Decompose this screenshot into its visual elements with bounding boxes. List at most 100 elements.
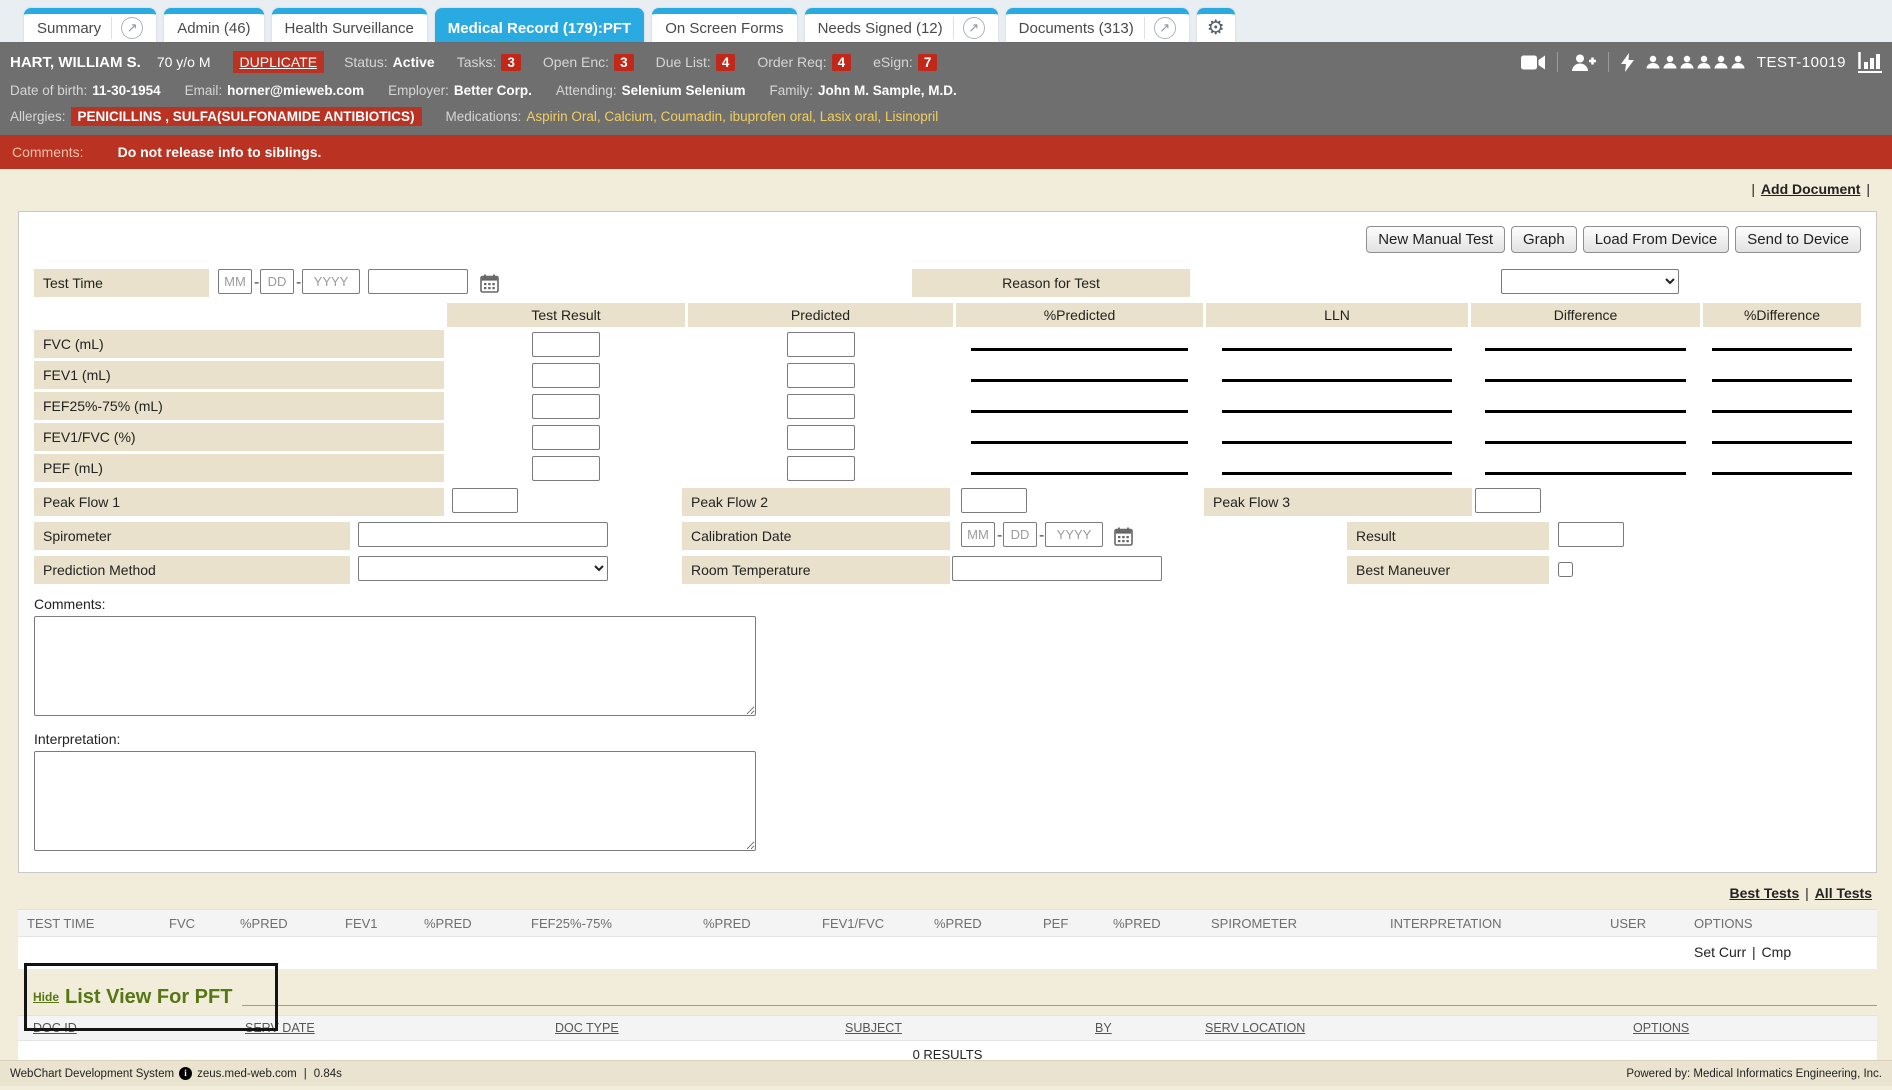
by-sort-link[interactable]: BY	[1095, 1021, 1112, 1035]
fev1-percent-difference-cell	[1703, 361, 1861, 389]
calibration-year-input[interactable]	[1045, 522, 1103, 547]
patient-header-icons: TEST-10019	[1521, 52, 1882, 73]
load-from-device-button[interactable]: Load From Device	[1583, 226, 1730, 253]
room-temperature-input[interactable]	[952, 556, 1162, 581]
col-fef2575: FEF25%-75%	[531, 916, 703, 931]
fef2575-predicted-input[interactable]	[787, 394, 855, 419]
send-to-device-button[interactable]: Send to Device	[1735, 226, 1861, 253]
fef2575-test-result-input[interactable]	[532, 394, 600, 419]
popup-arrow-icon[interactable]: ↗	[1154, 17, 1176, 39]
pft-list-view-section: Hide List View For PFT DOC ID SERV DATE …	[18, 979, 1877, 1069]
tab-summary[interactable]: Summary ↗	[24, 8, 156, 42]
pef-predicted-input[interactable]	[787, 456, 855, 481]
tab-admin[interactable]: Admin (46)	[164, 8, 263, 42]
doc-type-sort-link[interactable]: DOC TYPE	[555, 1021, 619, 1035]
calendar-icon[interactable]	[480, 269, 499, 297]
col-fvc: FVC	[169, 916, 240, 931]
open-enc-count-badge[interactable]: 3	[614, 54, 634, 71]
row-label-fef2575: FEF25%-75% (mL)	[34, 392, 444, 420]
info-icon[interactable]: i	[179, 1067, 192, 1080]
test-day-input[interactable]	[260, 269, 294, 294]
esign-count-badge[interactable]: 7	[918, 54, 938, 71]
subject-sort-link[interactable]: SUBJECT	[845, 1021, 902, 1035]
doc-id-sort-link[interactable]: DOC ID	[33, 1021, 77, 1035]
hide-link[interactable]: Hide	[33, 990, 59, 1004]
tasks-count-badge[interactable]: 3	[501, 54, 521, 71]
test-time-input[interactable]	[368, 269, 468, 294]
add-document-row: | Add Document |	[0, 181, 1872, 201]
user-icon[interactable]	[1731, 55, 1745, 69]
user-icon[interactable]	[1714, 55, 1728, 69]
lightning-bolt-icon[interactable]	[1621, 53, 1634, 72]
pef-lln-cell	[1206, 454, 1468, 482]
all-tests-link[interactable]: All Tests	[1815, 885, 1872, 901]
fev1fvc-difference-cell	[1471, 423, 1700, 451]
tab-medical-record[interactable]: Medical Record (179):PFT	[435, 8, 644, 42]
graph-button[interactable]: Graph	[1511, 226, 1577, 253]
tab-needs-signed-popup[interactable]: ↗	[953, 17, 985, 39]
status-label: Status:	[344, 54, 388, 70]
test-month-input[interactable]	[218, 269, 252, 294]
add-document-link[interactable]: Add Document	[1761, 181, 1861, 197]
set-curr-link[interactable]: Set Curr	[1694, 944, 1746, 960]
fvc-predicted-input[interactable]	[787, 332, 855, 357]
allergies-row: Allergies: PENICILLINS , SULFA(SULFONAMI…	[10, 103, 1882, 129]
comments-textarea[interactable]	[34, 616, 756, 716]
settings-gear-icon[interactable]: ⚙	[1207, 18, 1225, 38]
footer-powered-by: Powered by: Medical Informatics Engineer…	[1626, 1068, 1882, 1080]
popup-arrow-icon[interactable]: ↗	[963, 17, 985, 39]
popup-arrow-icon[interactable]: ↗	[121, 17, 143, 39]
best-tests-link[interactable]: Best Tests	[1729, 885, 1799, 901]
patient-comments-bar: Comments: Do not release info to sibling…	[0, 135, 1892, 169]
user-icon[interactable]	[1663, 55, 1677, 69]
tab-needs-signed[interactable]: Needs Signed (12) ↗	[805, 8, 998, 42]
video-camera-icon[interactable]	[1521, 55, 1545, 70]
pef-test-result-input[interactable]	[532, 456, 600, 481]
serv-date-sort-link[interactable]: SERV DATE	[245, 1021, 315, 1035]
col-pred-2: %PRED	[424, 916, 531, 931]
fev1-predicted-input[interactable]	[787, 363, 855, 388]
calendar-icon[interactable]	[1114, 522, 1133, 550]
comments-bar-text: Do not release info to siblings.	[118, 144, 322, 160]
medications-list[interactable]: Aspirin Oral, Calcium, Coumadin, ibuprof…	[526, 109, 938, 124]
options-sort-link[interactable]: OPTIONS	[1633, 1021, 1689, 1035]
allergies-badge[interactable]: PENICILLINS , SULFA(SULFONAMIDE ANTIBIOT…	[71, 107, 422, 126]
cmp-link[interactable]: Cmp	[1762, 944, 1792, 960]
bar-chart-icon[interactable]	[1858, 52, 1882, 73]
fef2575-predicted-cell	[688, 392, 953, 420]
tab-health-surveillance[interactable]: Health Surveillance	[272, 8, 427, 42]
add-user-icon[interactable]	[1570, 54, 1596, 71]
spirometer-input[interactable]	[358, 522, 608, 547]
peak-flow-1-input[interactable]	[452, 488, 518, 513]
best-maneuver-checkbox[interactable]	[1558, 562, 1573, 577]
calibration-day-input[interactable]	[1003, 522, 1037, 547]
fvc-test-result-input[interactable]	[532, 332, 600, 357]
column-header-lln: LLN	[1206, 303, 1468, 327]
peak-flow-3-input[interactable]	[1475, 488, 1541, 513]
tab-documents-popup[interactable]: ↗	[1144, 17, 1176, 39]
duplicate-badge[interactable]: DUPLICATE	[233, 51, 325, 73]
order-req-count-badge[interactable]: 4	[832, 54, 852, 71]
due-list-count-badge[interactable]: 4	[716, 54, 736, 71]
test-year-input[interactable]	[302, 269, 360, 294]
calibration-month-input[interactable]	[961, 522, 995, 547]
tab-documents[interactable]: Documents (313) ↗	[1006, 8, 1189, 42]
user-icon[interactable]	[1680, 55, 1694, 69]
fev1fvc-test-result-input[interactable]	[532, 425, 600, 450]
comments-label: Comments:	[34, 596, 1861, 612]
serv-location-sort-link[interactable]: SERV LOCATION	[1205, 1021, 1305, 1035]
user-icon[interactable]	[1697, 55, 1711, 69]
interpretation-textarea[interactable]	[34, 751, 756, 851]
fev1-test-result-input[interactable]	[532, 363, 600, 388]
fev1fvc-predicted-input[interactable]	[787, 425, 855, 450]
result-input[interactable]	[1558, 522, 1624, 547]
column-header-difference: Difference	[1471, 303, 1700, 327]
tab-summary-popup[interactable]: ↗	[111, 17, 143, 39]
tab-on-screen-forms[interactable]: On Screen Forms	[652, 8, 796, 42]
prediction-method-select[interactable]	[358, 556, 608, 581]
reason-for-test-select[interactable]	[1501, 269, 1679, 294]
new-manual-test-button[interactable]: New Manual Test	[1366, 226, 1505, 253]
tab-settings[interactable]: ⚙	[1197, 8, 1235, 42]
user-icon[interactable]	[1646, 55, 1660, 69]
peak-flow-2-input[interactable]	[961, 488, 1027, 513]
